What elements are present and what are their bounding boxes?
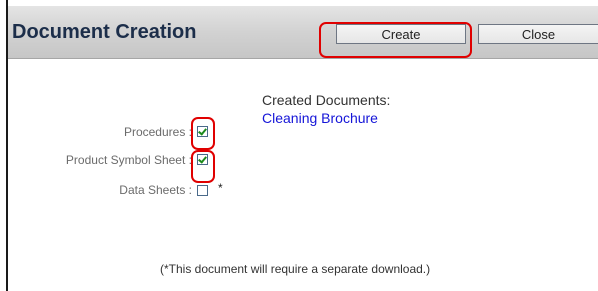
product-symbol-sheet-checkbox-highlight [191, 150, 215, 183]
created-document-link[interactable]: Cleaning Brochure [262, 110, 378, 126]
data-sheets-label: Data Sheets : [119, 183, 192, 197]
separate-download-footnote: (*This document will require a separate … [160, 262, 431, 276]
page-title: Document Creation [12, 21, 197, 43]
header-bar: Document Creation Create Close [8, 6, 598, 59]
document-creation-window: Document Creation Create Close Procedure… [0, 0, 598, 291]
separate-download-marker: * [218, 181, 223, 195]
create-button-highlight [319, 22, 472, 58]
product-symbol-sheet-label: Product Symbol Sheet : [65, 153, 192, 167]
procedures-label: Procedures : [123, 125, 192, 139]
created-documents-heading: Created Documents: [262, 92, 391, 108]
procedures-checkbox-highlight [191, 117, 215, 150]
data-sheets-checkbox[interactable] [197, 185, 208, 196]
close-button[interactable]: Close [478, 24, 598, 44]
